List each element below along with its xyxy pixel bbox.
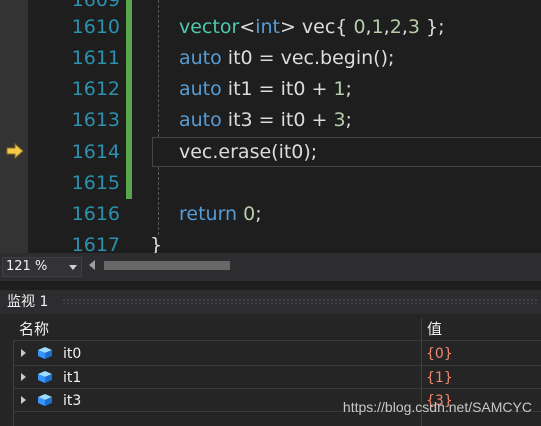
code-token: 3: [333, 109, 346, 131]
code-token: it1 = it0 +: [221, 78, 334, 100]
watch-column-header: [13, 318, 541, 340]
watch-name: it1: [63, 370, 82, 386]
code-line-current[interactable]: vec.erase(it0);: [179, 137, 317, 168]
code-token: it3 = it0 +: [221, 109, 334, 131]
code-token: 1: [371, 16, 384, 38]
code-token: <: [239, 16, 256, 38]
code-token: };: [419, 16, 445, 38]
code-token: > vec{: [279, 16, 354, 38]
horizontal-scrollbar-thumb[interactable]: [104, 261, 230, 270]
code-token: }: [150, 234, 163, 253]
code-token: 2: [389, 16, 402, 38]
code-editor[interactable]: 1609 1610 1611 1612 1613 1614 1615 1616 …: [0, 0, 541, 253]
watch-name: it0: [63, 346, 82, 362]
row-divider: [13, 340, 541, 341]
zoom-dropdown[interactable]: 121 %: [2, 257, 82, 277]
watch-window-title: 监视 1: [7, 294, 49, 310]
row-border: [13, 340, 14, 426]
row-divider: [13, 365, 541, 366]
watch-value: {1}: [426, 370, 453, 386]
code-token: 1: [333, 78, 346, 100]
code-line[interactable]: vector<int> vec{ 0,1,2,3 };: [179, 12, 444, 43]
code-token: auto: [179, 47, 222, 69]
code-line[interactable]: }: [150, 230, 162, 253]
code-token: auto: [179, 78, 222, 100]
code-token: vec.erase(it0);: [179, 141, 318, 163]
expand-arrow-icon[interactable]: [21, 349, 26, 357]
expand-arrow-icon[interactable]: [21, 373, 26, 381]
watch-value: {0}: [426, 346, 453, 362]
expand-arrow-icon[interactable]: [21, 396, 26, 404]
code-token: vector: [179, 16, 240, 38]
row-divider: [13, 388, 541, 389]
code-line[interactable]: auto it3 = it0 + 3;: [179, 105, 352, 136]
code-token: it0 = vec.begin();: [221, 47, 395, 69]
code-token: 0: [243, 203, 256, 225]
watch-name: it3: [63, 393, 82, 409]
scroll-left-icon[interactable]: [89, 260, 95, 270]
code-line[interactable]: auto it0 = vec.begin();: [179, 43, 394, 74]
code-token: return: [179, 203, 238, 225]
code-token: auto: [179, 109, 222, 131]
code-token: ;: [345, 109, 352, 131]
code-token: ;: [345, 78, 352, 100]
object-icon: [38, 371, 52, 383]
code-lines[interactable]: vector<int> vec{ 0,1,2,3 }; auto it0 = v…: [0, 0, 541, 253]
titlebar-grip[interactable]: [62, 298, 537, 304]
watermark: https://blog.csdn.net/SAMCYC: [342, 399, 532, 415]
code-token: int: [255, 16, 280, 38]
code-token: 3: [407, 16, 420, 38]
code-token: 0: [353, 16, 366, 38]
column-header-value[interactable]: 值: [427, 318, 442, 340]
code-line[interactable]: auto it1 = it0 + 1;: [179, 74, 352, 105]
column-header-name[interactable]: 名称: [19, 318, 49, 340]
object-icon: [38, 394, 52, 406]
chevron-down-icon[interactable]: [69, 265, 77, 270]
zoom-level: 121 %: [6, 259, 48, 274]
object-icon: [38, 347, 52, 359]
code-token: ;: [255, 203, 262, 225]
code-line[interactable]: return 0;: [179, 199, 262, 230]
